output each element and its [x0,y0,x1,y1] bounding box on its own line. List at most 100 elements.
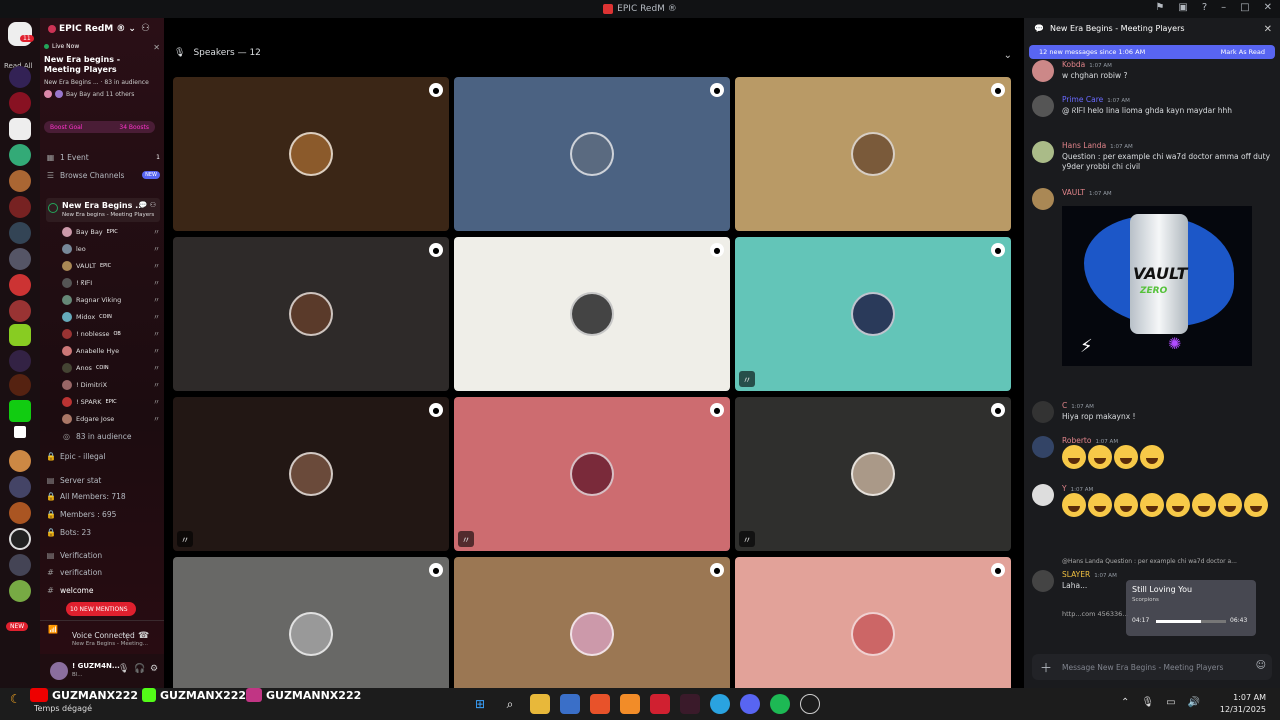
server-icon[interactable] [9,350,31,372]
stage-member[interactable]: Midox COIN 〃 [62,310,160,324]
avatar[interactable] [1032,484,1054,506]
stage-member[interactable]: Anos COIN 〃 [62,361,160,375]
author-name[interactable]: C [1062,401,1067,410]
options-icon[interactable]: ● [710,83,724,97]
help-icon[interactable]: ? [1202,2,1207,13]
speaker-tile[interactable]: ● [454,237,730,391]
avatar[interactable] [1032,141,1054,163]
events-row[interactable]: ▦ 1 Event 1 [46,150,160,164]
stage-member[interactable]: Ragnar Viking 〃 [62,293,160,307]
options-icon[interactable]: ● [710,243,724,257]
speaker-tile[interactable]: ● 〃 [735,237,1011,391]
store-icon[interactable] [560,694,580,714]
avatar[interactable] [1032,401,1054,423]
inbox-icon[interactable]: ⚑ [1155,2,1164,13]
server-icon[interactable] [9,92,31,114]
clock[interactable]: 1:07 AM 12/31/2025 [1220,692,1266,716]
stage-member[interactable]: Anabelle Hye 〃 [62,344,160,358]
boost-goal-bar[interactable]: Boost Goal 34 Boosts [44,121,155,133]
options-icon[interactable]: ● [429,563,443,577]
channel-illegal[interactable]: 🔒 Epic - illegal [46,449,160,463]
close-icon[interactable]: ✕ [153,43,160,52]
category-verification[interactable]: ▤ Verification [46,548,160,562]
speaker-tile[interactable]: ● 〃 [454,397,730,551]
options-icon[interactable]: ● [991,563,1005,577]
telegram-icon[interactable] [710,694,730,714]
mute-icon[interactable]: 🎙 [118,664,129,674]
server-icon[interactable] [9,118,31,140]
avatar[interactable] [289,612,333,656]
brave-icon[interactable] [590,694,610,714]
author-name[interactable]: Kobda [1062,60,1085,69]
avatar[interactable] [851,292,895,336]
progress-track[interactable] [1156,620,1226,623]
server-icon[interactable] [9,400,31,422]
audience-row[interactable]: ◎ 83 in audience [62,429,160,443]
server-icon[interactable] [9,144,31,166]
author-name[interactable]: VAULT [1062,188,1085,197]
server-icon[interactable] [14,426,26,438]
avatar[interactable] [851,132,895,176]
channel-verification[interactable]: # verification [46,565,160,579]
channel-bots[interactable]: 🔒 Bots: 23 [46,525,160,539]
emoji-picker-icon[interactable]: ☺ [1256,660,1266,671]
server-icon[interactable] [9,502,31,524]
server-icon[interactable] [9,528,31,550]
server-icon[interactable] [9,248,31,270]
server-icon[interactable] [9,222,31,244]
volume-icon[interactable]: 🔊 [1188,697,1200,708]
plus-icon[interactable]: ＋ [1040,659,1052,676]
message-composer[interactable]: ＋ Message New Era Begins - Meeting Playe… [1032,654,1272,680]
network-icon[interactable]: ▭ [1166,697,1175,708]
author-name[interactable]: Hans Landa [1062,141,1106,150]
author-name[interactable]: SLAYER [1062,570,1090,579]
chat-icon[interactable]: 💬 ⚇ [139,201,156,209]
server-icon[interactable] [9,170,31,192]
options-icon[interactable]: ● [429,83,443,97]
spotify-icon[interactable] [770,694,790,714]
avatar[interactable] [1032,188,1054,210]
direct-messages-button[interactable] [8,22,32,46]
avatar[interactable] [1032,436,1054,458]
avatar[interactable] [570,612,614,656]
microphone-icon[interactable]: 🎙 [1141,697,1154,708]
speaker-tile[interactable]: ● 〃 [735,397,1011,551]
category-server-stat[interactable]: ▤ Server stat [46,473,160,487]
avatar[interactable] [289,132,333,176]
options-icon[interactable]: ● [429,243,443,257]
channel-welcome[interactable]: # welcome [46,583,160,597]
close-window-button[interactable]: ✕ [1264,2,1272,13]
live-event-card[interactable]: Live Now ✕ New Era begins - Meeting Play… [44,43,160,107]
new-messages-banner[interactable]: 12 new messages since 1:06 AM Mark As Re… [1029,45,1275,59]
chevron-down-icon[interactable]: ⌄ [1004,50,1012,61]
speaker-tile[interactable]: ● [454,77,730,231]
stage-member[interactable]: leo 〃 [62,242,160,256]
speaker-tile[interactable]: ● 〃 [173,397,449,551]
server-icon[interactable] [9,324,31,346]
screen-icon[interactable]: ▣ [1178,2,1187,13]
avatar[interactable] [50,662,68,680]
server-icon[interactable] [9,374,31,396]
server-icon[interactable] [9,274,31,296]
server-icon[interactable] [9,554,31,576]
new-mentions-pill[interactable]: NEW [6,622,29,631]
server-icon[interactable] [9,476,31,498]
avatar[interactable] [851,452,895,496]
search-icon[interactable]: ⌕ [500,694,520,714]
speaker-tile[interactable]: ● [173,237,449,391]
server-icon[interactable] [9,66,31,88]
app-icon[interactable] [620,694,640,714]
server-icon[interactable] [9,580,31,602]
browse-channels-row[interactable]: ☰ Browse Channels NEW [46,168,160,182]
reply-preview[interactable]: @Hans Landa Question : per example chi w… [1062,558,1272,568]
maximize-button[interactable]: □ [1240,2,1249,13]
avatar[interactable] [851,612,895,656]
stage-member[interactable]: VAULT EPIC 〃 [62,259,160,273]
avatar[interactable] [1032,60,1054,82]
options-icon[interactable]: ● [710,563,724,577]
speaker-tile[interactable]: ● [173,77,449,231]
stage-member[interactable]: ! ᖇIᖴI 〃 [62,276,160,290]
discord-icon[interactable] [740,694,760,714]
avatar[interactable] [570,452,614,496]
app-icon[interactable] [680,694,700,714]
